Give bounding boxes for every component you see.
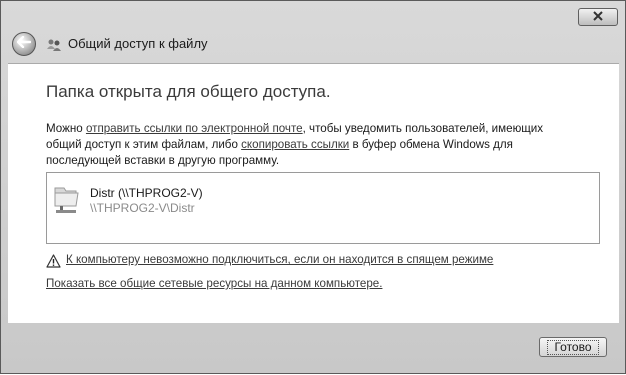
copy-links-link[interactable]: скопировать ссылки: [241, 138, 349, 151]
done-button[interactable]: Готово: [539, 337, 607, 357]
description-part-1: Можно: [46, 122, 86, 135]
shared-folder-icon: [52, 182, 84, 214]
warning-icon: [46, 254, 61, 268]
back-arrow-icon: [16, 35, 32, 53]
page-title: Папка открыта для общего доступа.: [46, 82, 331, 101]
done-button-label: Готово: [547, 339, 599, 355]
share-name: Distr (\\THPROG2-V): [90, 186, 203, 200]
show-all-shares-link[interactable]: Показать все общие сетевые ресурсы на да…: [46, 277, 382, 290]
list-item[interactable]: Distr (\\THPROG2-V) \\THPROG2-V\Distr: [52, 182, 252, 218]
dialog-footer: Готово: [1, 323, 625, 375]
email-links-link[interactable]: отправить ссылки по электронной почте: [86, 122, 303, 135]
sleep-warning-link[interactable]: К компьютеру невозможно подключиться, ес…: [66, 253, 493, 266]
back-button[interactable]: [12, 32, 36, 56]
content-panel: Папка открыта для общего доступа. Можно …: [8, 63, 619, 323]
shared-items-list: Distr (\\THPROG2-V) \\THPROG2-V\Distr: [46, 172, 600, 244]
share-dialog-window: Общий доступ к файлу Папка открыта для о…: [0, 0, 626, 374]
network-share-icon: [46, 37, 62, 53]
title-bar: Общий доступ к файлу: [1, 1, 625, 63]
dialog-title: Общий доступ к файлу: [68, 36, 208, 51]
close-icon: [592, 8, 604, 26]
share-path: \\THPROG2-V\Distr: [90, 201, 195, 215]
close-button[interactable]: [578, 8, 618, 26]
description-text: Можно отправить ссылки по электронной по…: [46, 121, 581, 169]
